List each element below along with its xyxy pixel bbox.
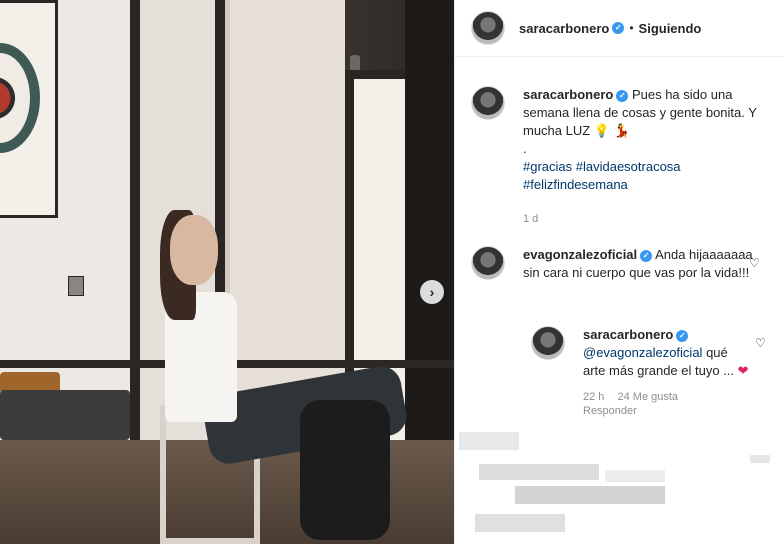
dancer-emoji-icon: 💃	[613, 123, 630, 138]
caption-username[interactable]: saracarbonero	[523, 87, 613, 102]
red-heart-emoji-icon: ❤	[737, 363, 749, 378]
reply-avatar[interactable]	[531, 326, 565, 360]
caption-timestamp[interactable]: 1 d	[523, 210, 763, 228]
post-caption: saracarbonero ✓ Pues ha sido una semana l…	[471, 86, 771, 228]
photo-painting	[0, 0, 58, 218]
blurred-content	[750, 455, 770, 463]
caption-body: saracarbonero ✓ Pues ha sido una semana l…	[523, 86, 763, 228]
reply-likes-count[interactable]: 24 Me gusta	[617, 391, 678, 403]
reply-item: saracarbonero ✓ @evagonzalezoficial qué a…	[531, 326, 776, 418]
header-username[interactable]: saracarbonero	[519, 21, 609, 36]
post-side-panel: saracarbonero ✓ • Siguiendo saracarboner…	[454, 0, 784, 544]
post-photo[interactable]: ›	[0, 0, 454, 544]
photo-suitcase	[0, 390, 130, 440]
blurred-content	[515, 486, 665, 504]
chevron-right-icon: ›	[429, 284, 435, 300]
verified-badge-icon: ✓	[616, 89, 629, 102]
hashtags-line-1[interactable]: #gracias #lavidaesotracosa	[523, 158, 763, 176]
blurred-content	[459, 432, 519, 450]
comment-avatar[interactable]	[471, 246, 505, 280]
photo-person-boots	[300, 400, 390, 540]
avatar[interactable]	[471, 11, 505, 45]
photo-person-head	[170, 215, 218, 285]
verified-badge-icon: ✓	[676, 329, 689, 342]
comment-username[interactable]: evagonzalezoficial	[523, 247, 637, 262]
next-photo-button[interactable]: ›	[420, 280, 444, 304]
reply-username[interactable]: saracarbonero	[583, 327, 673, 342]
separator-dot: •	[629, 21, 634, 35]
blurred-content	[479, 464, 599, 480]
blurred-content	[605, 470, 665, 482]
blurred-content	[475, 514, 565, 532]
reply-meta: 22 h 24 Me gusta Responder	[583, 390, 751, 418]
photo-light-switch	[68, 276, 84, 296]
verified-badge-icon: ✓	[612, 22, 625, 34]
post-header: saracarbonero ✓ • Siguiendo	[455, 0, 784, 57]
caption-dot-line: .	[523, 141, 527, 156]
follow-status-button[interactable]: Siguiendo	[639, 21, 702, 36]
like-comment-heart-icon[interactable]: ♡	[749, 256, 760, 270]
reply-button[interactable]: Responder	[583, 404, 751, 418]
lightbulb-emoji-icon: 💡	[593, 123, 611, 138]
comment-body: evagonzalezoficial ✓ Anda hijaaaaaaa sin …	[523, 246, 753, 282]
comment-item: evagonzalezoficial ✓ Anda hijaaaaaaa sin …	[471, 246, 776, 282]
reply-mention[interactable]: @evagonzalezoficial	[583, 345, 702, 360]
reply-body: saracarbonero ✓ @evagonzalezoficial qué a…	[583, 326, 751, 418]
verified-badge-icon: ✓	[640, 249, 653, 262]
caption-avatar[interactable]	[471, 86, 505, 120]
hashtags-line-2[interactable]: #felizfindesemana	[523, 176, 763, 194]
reply-timestamp[interactable]: 22 h	[583, 391, 604, 403]
like-reply-heart-icon[interactable]: ♡	[755, 336, 766, 350]
